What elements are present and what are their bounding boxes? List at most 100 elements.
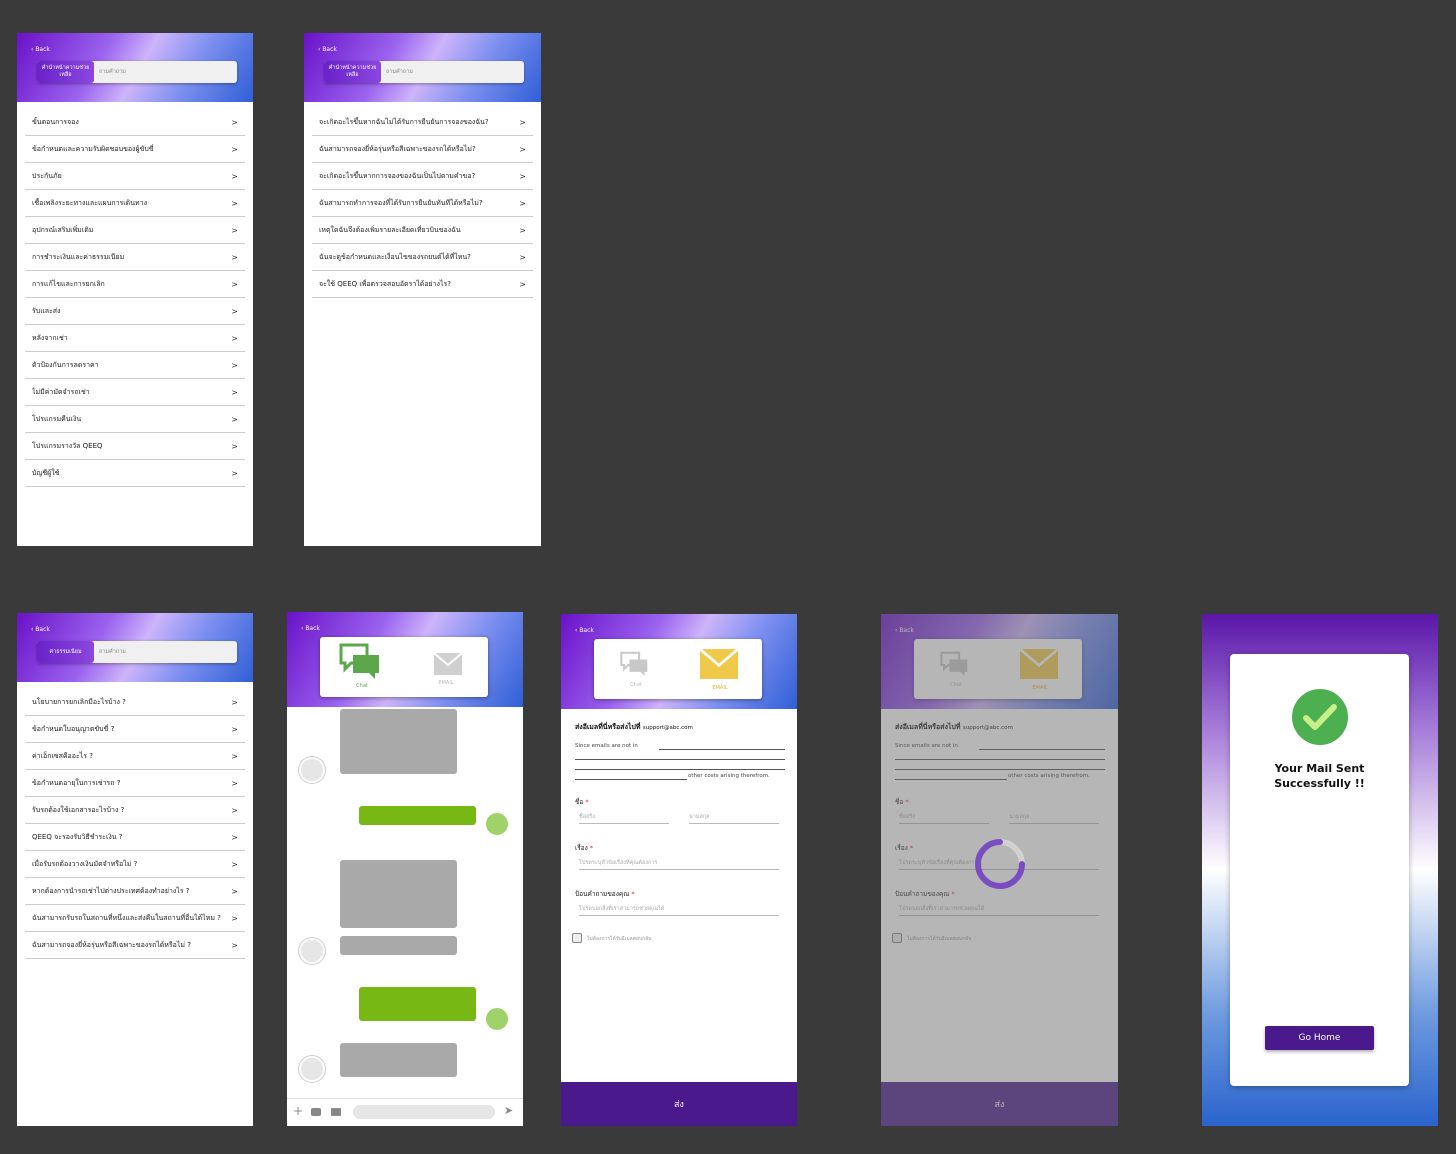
help-prefix-button[interactable]: คำนำหน้าความช่วยเหลือ <box>324 61 381 83</box>
list-item[interactable]: จะเกิดอะไรขึ้นหากการจองของฉันเป็นไปตามคำ… <box>312 163 533 190</box>
contact-mode-card: Chat EMAIL <box>594 639 762 699</box>
back-label: Back <box>305 625 320 632</box>
email-tab[interactable]: EMAIL <box>404 637 488 697</box>
list-item[interactable]: ฉันสามารถรับรถในสถานที่หนึ่งและส่งคืนในส… <box>25 905 245 932</box>
send-button[interactable]: ส่ง <box>561 1082 797 1126</box>
name-label: ชื่อ * <box>575 797 589 807</box>
list-item[interactable]: ข้อกำหนดอายุในการเช่ารถ ? > <box>25 770 245 797</box>
list-item-label: โปรแกรมรางวัล QEEQ <box>32 441 103 450</box>
email-tab-label: EMAIL <box>438 680 454 686</box>
back-button[interactable]: ‹ Back <box>318 46 337 53</box>
bot-message <box>340 936 457 955</box>
header: ‹ Back Chat EMAIL <box>561 614 797 709</box>
search-input[interactable]: ถามคำถาม <box>99 648 229 656</box>
list-item[interactable]: QEEQ จะรองรับวิธีชำระเงิน ? > <box>25 824 245 851</box>
email-sending-screen: ‹ Back Chat EMAIL ส่งอีเมลที่นี่หรือส่งไ… <box>881 614 1118 1126</box>
list-item[interactable]: การชำระเงินและค่าธรรมเนียม > <box>25 244 245 271</box>
list-item[interactable]: รับและส่ง > <box>25 298 245 325</box>
search-input[interactable]: ถามคำถาม <box>99 68 229 76</box>
help-prefix-button[interactable]: คำนำหน้าความช่วยเหลือ <box>37 61 94 83</box>
user-message <box>359 806 476 825</box>
no-reply-checkbox[interactable] <box>572 933 582 943</box>
list-item-label: เมื่อรับรถต้องวางเงินมัดจำหรือไม่ ? <box>32 859 138 868</box>
chat-tab-label: Chat <box>356 683 368 689</box>
list-item-label: จะเกิดอะไรขึ้นหากฉันไม่ได้รับการยืนยันกา… <box>319 117 489 126</box>
last-name-input[interactable]: นามสกุล <box>689 813 779 824</box>
header: ‹ Back คำนำหน้าความช่วยเหลือ ถามคำถาม <box>17 33 253 102</box>
list-item-label: จะเกิดอะไรขึ้นหากการจองของฉันเป็นไปตามคำ… <box>319 171 476 180</box>
search-box: คำนำหน้าความช่วยเหลือ ถามคำถาม <box>324 61 524 83</box>
list-item[interactable]: จะเกิดอะไรขึ้นหากฉันไม่ได้รับการยืนยันกา… <box>312 109 533 136</box>
list-item-label: เหตุใดฉันจึงต้องเพิ่มรายละเอียดเที่ยวบิน… <box>319 225 461 234</box>
list-item[interactable]: ไม่มีค่ามัดจำรถเช่า > <box>25 379 245 406</box>
success-screen: Your Mail Sent Successfully !! Go Home <box>1202 614 1438 1126</box>
image-icon[interactable] <box>331 1108 341 1116</box>
bot-message <box>340 709 457 774</box>
back-button[interactable]: ‹ Back <box>301 625 320 632</box>
list-item[interactable]: บัญชีผู้ใช้ > <box>25 460 245 487</box>
question-input[interactable]: โปรดบอกสิ่งที่เราสามารถช่วยคุณได้ <box>579 905 779 916</box>
list-item[interactable]: ข้อกำหนดและความรับผิดชอบของผู้ขับขี่ > <box>25 136 245 163</box>
subject-input[interactable]: โปรดระบุหัวข้อเรื่องที่คุณต้องการ <box>579 859 779 870</box>
list-item-label: QEEQ จะรองรับวิธีชำระเงิน ? <box>32 832 123 841</box>
list-item-label: ขั้นตอนการจอง <box>32 117 79 126</box>
chat-tab[interactable]: Chat <box>320 637 404 697</box>
list-item[interactable]: โปรแกรมคืนเงิน > <box>25 406 245 433</box>
chevron-right-icon: > <box>519 117 526 127</box>
list-item[interactable]: ค่าเอ็กเซสคืออะไร ? > <box>25 743 245 770</box>
email-form-screen: ‹ Back Chat EMAIL ส่งอีเมลที่นี่หรือส่งไ… <box>561 614 797 1126</box>
header: ‹ Back ค่าธรรมเนียม ถามคำถาม <box>17 613 253 682</box>
list-item-label: ฉันสามารถจองยี่ห้อรุ่นหรือสีเฉพาะของรถได… <box>32 940 191 949</box>
first-name-input[interactable]: ชื่อจริง <box>579 813 669 824</box>
chevron-right-icon: > <box>231 751 238 761</box>
no-reply-label: ไม่ต้องการได้รับอีเมลตอบกลับ <box>587 936 652 942</box>
chevron-right-icon: > <box>231 171 238 181</box>
divider <box>659 749 785 750</box>
chat-tab[interactable]: Chat <box>594 639 678 699</box>
list-item[interactable]: การแก้ไขและการยกเลิก > <box>25 271 245 298</box>
bot-avatar <box>299 757 325 783</box>
fees-button[interactable]: ค่าธรรมเนียม <box>37 641 94 663</box>
list-item[interactable]: ฉันจะดูข้อกำหนดและเงื่อนไขของรถยนต์ได้ที… <box>312 244 533 271</box>
user-message <box>359 987 476 1021</box>
list-item[interactable]: เหตุใดฉันจึงต้องเพิ่มรายละเอียดเที่ยวบิน… <box>312 217 533 244</box>
list-item[interactable]: อุปกรณ์เสริมเพิ่มเติม > <box>25 217 245 244</box>
list-item[interactable]: ฉันสามารถจองยี่ห้อรุ่นหรือสีเฉพาะของรถได… <box>312 136 533 163</box>
search-input[interactable]: ถามคำถาม <box>386 68 516 76</box>
list-item[interactable]: หากต้องการนำรถเช่าไปต่างประเทศต้องทำอย่า… <box>25 878 245 905</box>
list-item[interactable]: หลังจากเช่า > <box>25 325 245 352</box>
list-item[interactable]: นโยบายการยกเลิกมีอะไรบ้าง ? > <box>25 689 245 716</box>
success-card: Your Mail Sent Successfully !! Go Home <box>1230 654 1409 1086</box>
list-item-label: เชื้อเพลิงระยะทางและแผนการเดินทาง <box>32 198 147 207</box>
camera-icon[interactable] <box>311 1108 321 1116</box>
chevron-right-icon: > <box>519 144 526 154</box>
list-item[interactable]: ขั้นตอนการจอง > <box>25 109 245 136</box>
faq-questions-screen: ‹ Back คำนำหน้าความช่วยเหลือ ถามคำถาม จะ… <box>304 33 541 546</box>
back-button[interactable]: ‹ Back <box>575 627 594 634</box>
list-item[interactable]: ฉันสามารถทำการจองที่ได้รับการยืนยันทันที… <box>312 190 533 217</box>
add-icon[interactable]: + <box>293 1104 303 1118</box>
chat-tab-label: Chat <box>630 682 642 688</box>
back-button[interactable]: ‹ Back <box>31 46 50 53</box>
bot-message <box>340 860 457 928</box>
list-item[interactable]: ประกันภัย > <box>25 163 245 190</box>
list-item[interactable]: จะใช้ QEEQ เพื่อตรวจสอบอัตราได้อย่างไร? > <box>312 271 533 298</box>
list-item[interactable]: ฉันสามารถจองยี่ห้อรุ่นหรือสีเฉพาะของรถได… <box>25 932 245 959</box>
list-item[interactable]: เชื้อเพลิงระยะทางและแผนการเดินทาง > <box>25 190 245 217</box>
list-item[interactable]: เมื่อรับรถต้องวางเงินมัดจำหรือไม่ ? > <box>25 851 245 878</box>
list-item[interactable]: ตัวป้องกันการลดราคา > <box>25 352 245 379</box>
chevron-right-icon: > <box>231 805 238 815</box>
send-icon[interactable]: ➤ <box>504 1104 513 1117</box>
chevron-right-icon: > <box>231 225 238 235</box>
go-home-button[interactable]: Go Home <box>1265 1026 1374 1050</box>
email-tab[interactable]: EMAIL <box>678 639 762 699</box>
chevron-right-icon: > <box>231 441 238 451</box>
back-label: Back <box>35 626 50 633</box>
back-button[interactable]: ‹ Back <box>31 626 50 633</box>
list-item[interactable]: โปรแกรมรางวัล QEEQ > <box>25 433 245 460</box>
list-item[interactable]: รับรถต้องใช้เอกสารอะไรบ้าง ? > <box>25 797 245 824</box>
required-mark: * <box>589 844 594 852</box>
message-input[interactable] <box>353 1105 495 1119</box>
list-item[interactable]: ข้อกำหนดใบอนุญาตขับขี่ ? > <box>25 716 245 743</box>
required-mark: * <box>585 798 589 806</box>
